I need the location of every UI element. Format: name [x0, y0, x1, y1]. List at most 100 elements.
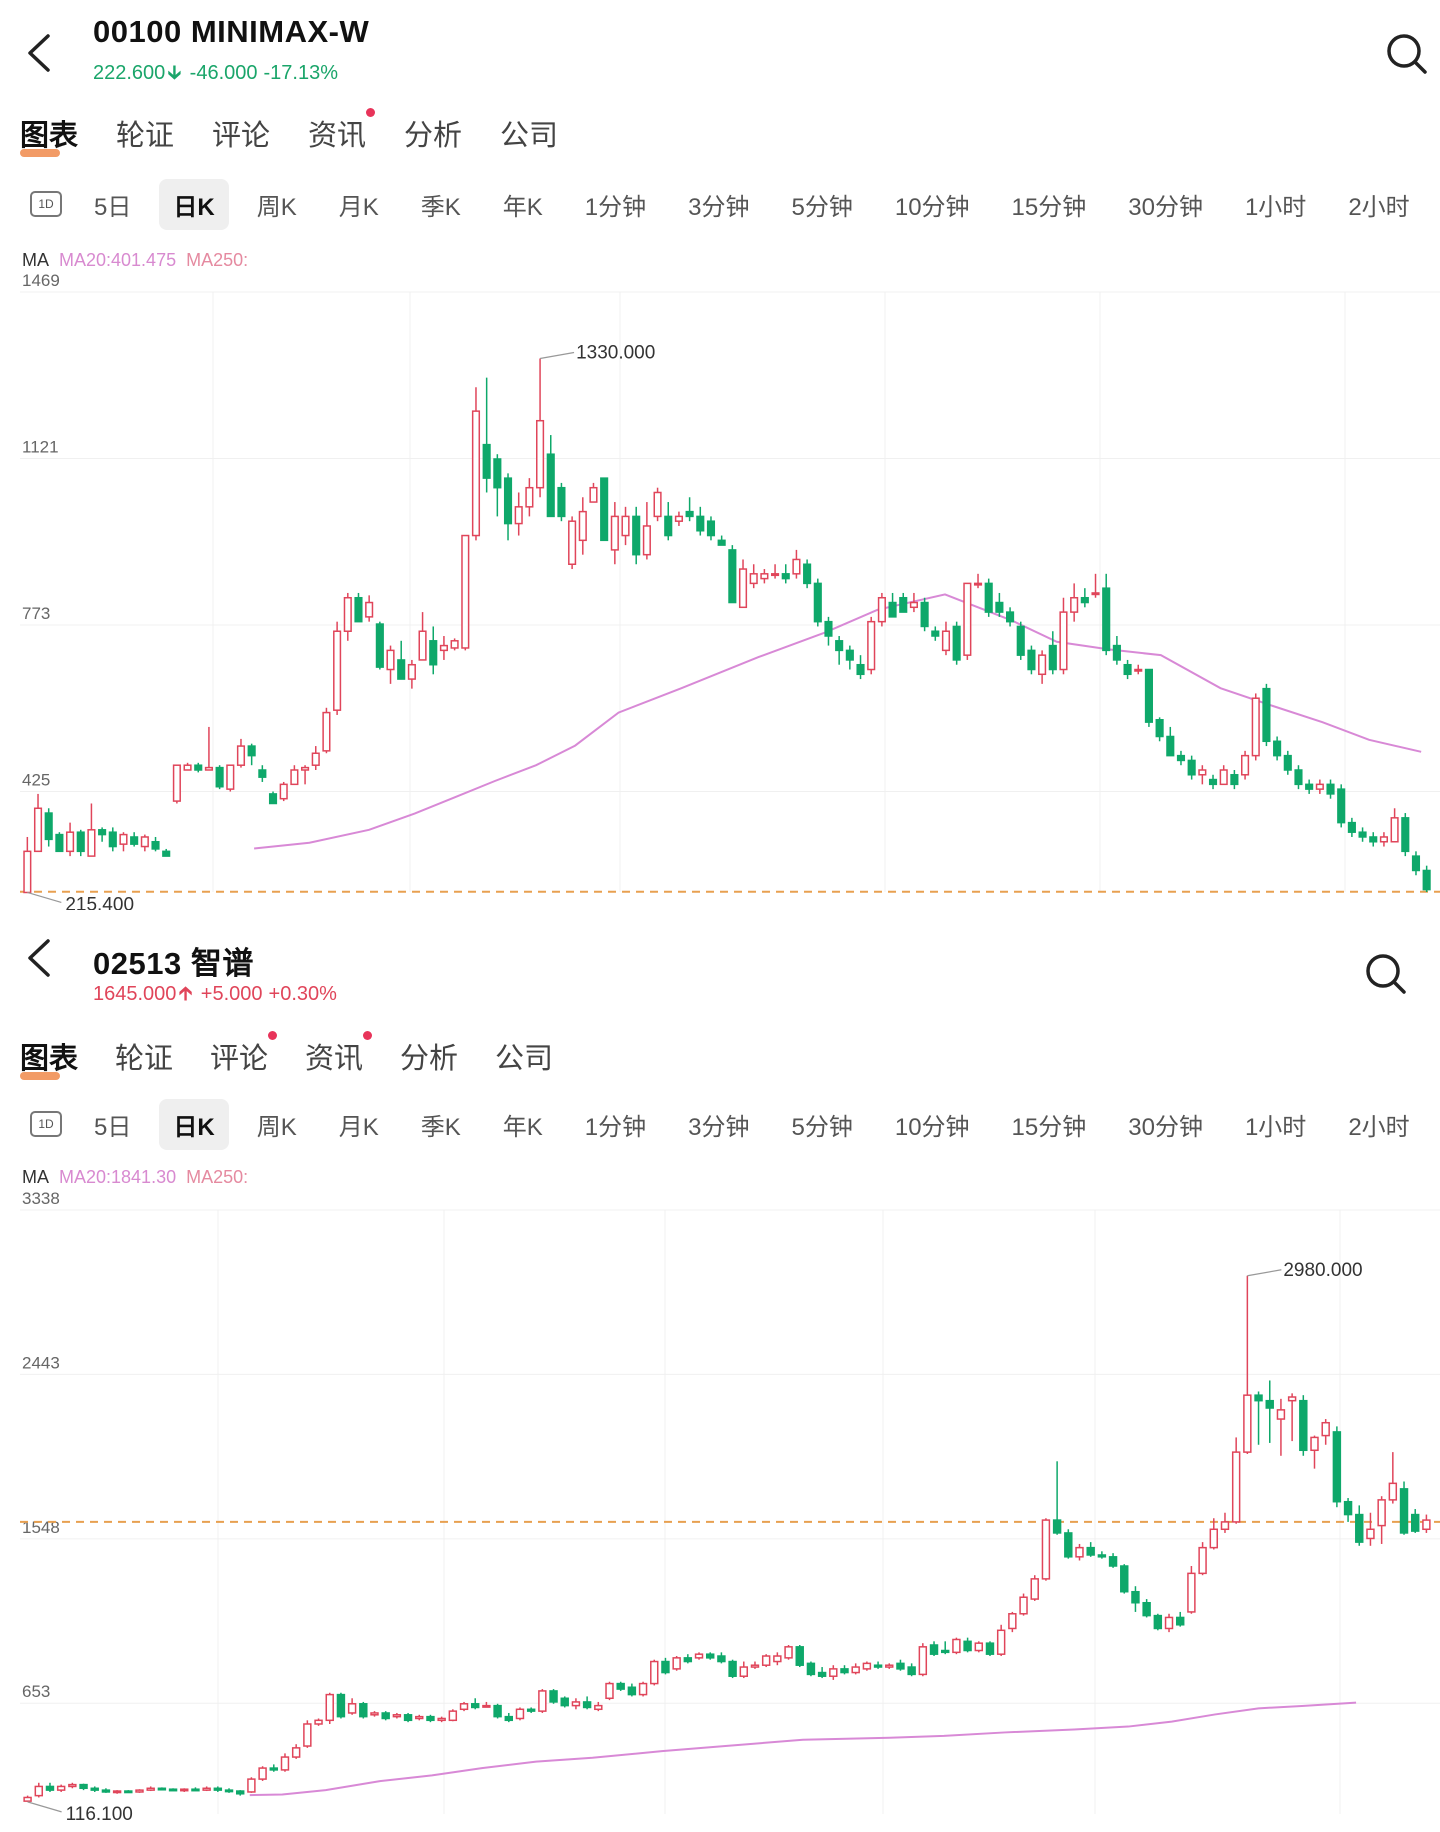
tab-1[interactable]: 轮证: [115, 1035, 210, 1085]
back-arrow-icon[interactable]: [20, 933, 60, 983]
period-option[interactable]: 10分钟: [881, 1099, 984, 1150]
candle: [1209, 1518, 1219, 1550]
candle-body: [941, 630, 951, 652]
period-option[interactable]: 5日: [80, 179, 145, 230]
period-option[interactable]: 年K: [489, 179, 557, 230]
candle: [824, 616, 833, 646]
candle-body: [653, 491, 662, 518]
candle-body: [862, 1662, 872, 1670]
period-option[interactable]: 1分钟: [571, 179, 660, 230]
candle-body: [336, 1693, 346, 1718]
candle-body: [224, 1789, 234, 1793]
search-icon[interactable]: [1362, 950, 1410, 998]
candle: [610, 502, 619, 565]
period-option[interactable]: 日K: [159, 178, 229, 230]
period-option[interactable]: 5分钟: [777, 179, 866, 230]
candle-body: [952, 1638, 961, 1654]
candle: [135, 1789, 144, 1793]
candle: [418, 612, 427, 661]
candle: [600, 477, 609, 542]
candle: [1166, 726, 1175, 757]
tab-2[interactable]: 评论: [210, 1031, 305, 1085]
tab-2[interactable]: 评论: [212, 112, 308, 162]
candle: [1283, 750, 1292, 775]
period-option[interactable]: 3分钟: [674, 179, 763, 230]
candle-body: [1411, 855, 1421, 872]
candle: [151, 836, 160, 852]
candle-body: [664, 515, 673, 537]
candle: [98, 827, 107, 842]
candle-body: [610, 515, 619, 551]
candle: [213, 1786, 223, 1792]
candle: [1230, 769, 1239, 790]
period-option[interactable]: 月K: [325, 1099, 393, 1150]
period-option[interactable]: 5分钟: [777, 1099, 866, 1150]
period-option[interactable]: 1小时: [1231, 1099, 1320, 1150]
candle: [1366, 1512, 1375, 1546]
candlestick-chart[interactable]: 3338 2443 1548 653 2980.000 116.100: [0, 1188, 1440, 1828]
period-option[interactable]: 1小时: [1231, 179, 1320, 230]
candle: [146, 1786, 155, 1792]
candle: [68, 1782, 77, 1789]
candle: [343, 592, 352, 641]
one-day-icon[interactable]: 1D: [30, 1111, 62, 1137]
period-option[interactable]: 30分钟: [1114, 1099, 1217, 1150]
candlestick-chart[interactable]: 1469 1121 773 425 1330.000 215.400: [0, 270, 1440, 910]
candle: [840, 1665, 849, 1675]
candle-body: [760, 573, 769, 580]
period-option[interactable]: 30分钟: [1114, 179, 1217, 230]
candle-body: [202, 1787, 211, 1791]
candle-body: [301, 766, 310, 771]
candle-body: [1219, 769, 1228, 786]
candle-body: [1102, 587, 1111, 652]
period-option[interactable]: 15分钟: [998, 179, 1101, 230]
period-option[interactable]: 周K: [243, 1099, 311, 1150]
candle-body: [1086, 1546, 1095, 1556]
candle: [605, 1681, 614, 1701]
period-option[interactable]: 1分钟: [571, 1099, 660, 1150]
period-option[interactable]: 10分钟: [881, 179, 984, 230]
candle-body: [963, 1640, 972, 1652]
tab-3[interactable]: 资讯: [308, 108, 404, 162]
candle: [90, 1786, 99, 1792]
candle-body: [343, 596, 352, 632]
tab-0[interactable]: 图表: [20, 112, 116, 162]
candle: [268, 791, 278, 805]
candle-body: [940, 1649, 950, 1654]
period-option[interactable]: 日K: [159, 1098, 229, 1150]
candle: [862, 1661, 872, 1671]
period-option[interactable]: 月K: [325, 179, 393, 230]
tab-5[interactable]: 公司: [495, 1035, 590, 1085]
period-option[interactable]: 年K: [489, 1099, 557, 1150]
candle: [44, 808, 53, 847]
period-option[interactable]: 15分钟: [998, 1099, 1101, 1150]
candle: [845, 645, 854, 670]
candle: [1276, 1398, 1286, 1456]
period-option[interactable]: 2小时: [1334, 1099, 1423, 1150]
period-option[interactable]: 周K: [243, 179, 311, 230]
period-option[interactable]: 季K: [407, 179, 475, 230]
candle: [996, 1624, 1006, 1657]
tab-0[interactable]: 图表: [20, 1035, 115, 1085]
period-option[interactable]: 季K: [407, 1099, 475, 1150]
tab-1[interactable]: 轮证: [116, 112, 212, 162]
candle: [470, 1698, 480, 1710]
candle: [461, 534, 470, 651]
candle: [1219, 765, 1228, 786]
period-option[interactable]: 2小时: [1334, 179, 1423, 230]
candle-body: [1144, 668, 1153, 723]
tab-4[interactable]: 分析: [400, 1035, 495, 1085]
candle: [56, 1784, 66, 1792]
candle: [771, 564, 780, 579]
tab-5[interactable]: 公司: [500, 112, 596, 162]
candle: [224, 1788, 234, 1793]
tab-3[interactable]: 资讯: [305, 1031, 400, 1085]
period-option[interactable]: 5日: [80, 1099, 145, 1150]
one-day-icon[interactable]: 1D: [30, 191, 62, 217]
tab-4[interactable]: 分析: [404, 112, 500, 162]
candle-body: [1251, 697, 1260, 757]
search-icon[interactable]: [1383, 30, 1431, 78]
back-arrow-icon[interactable]: [20, 28, 60, 78]
candle: [538, 1689, 547, 1713]
period-option[interactable]: 3分钟: [674, 1099, 763, 1150]
